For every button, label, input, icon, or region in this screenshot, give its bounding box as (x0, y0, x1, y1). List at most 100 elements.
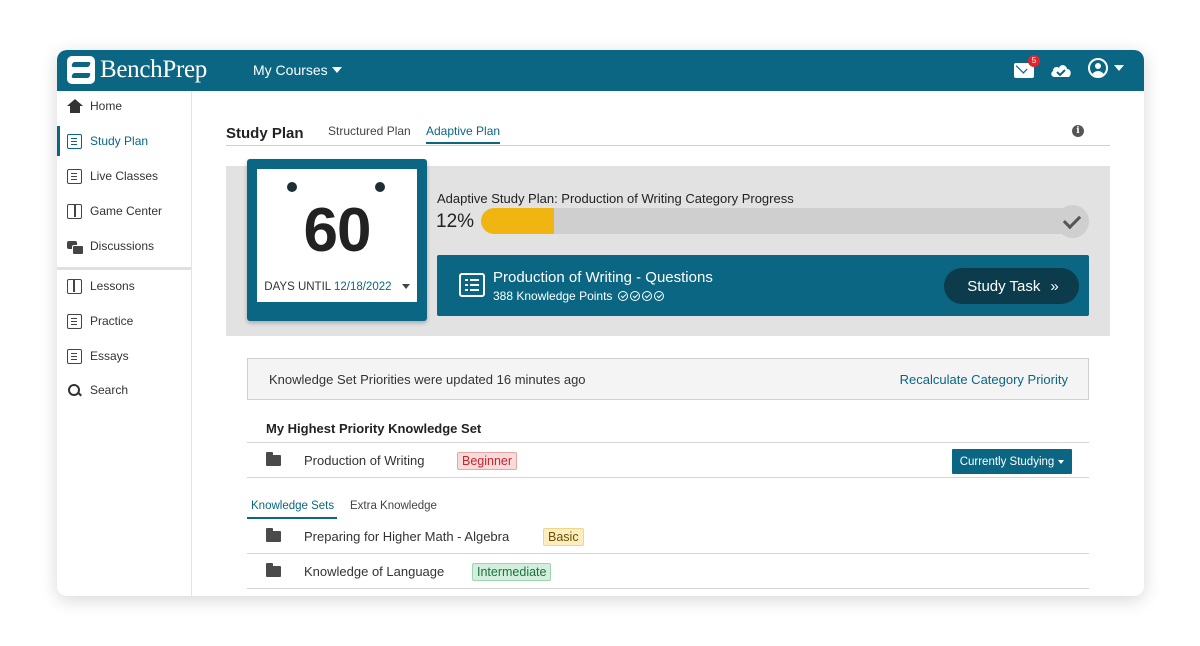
home-icon (67, 98, 83, 114)
row-divider (247, 477, 1089, 478)
table-row[interactable]: Knowledge of Language Intermediate (247, 554, 1089, 588)
priority-notice: Knowledge Set Priorities were updated 16… (247, 358, 1089, 400)
folder-icon (266, 563, 281, 577)
essays-icon (67, 348, 82, 364)
caret-down-icon (1058, 459, 1065, 464)
study-plan-icon (67, 133, 82, 149)
progress-label: Adaptive Study Plan: Production of Writi… (437, 191, 794, 206)
sidebar: Home Study Plan Live Classes Game Center… (57, 91, 192, 596)
recalculate-priority-link[interactable]: Recalculate Category Priority (900, 372, 1068, 387)
calendar-page: 60 DAYS UNTIL 12/18/2022 (257, 169, 417, 305)
calendar-ring-icon (375, 182, 385, 192)
top-nav-bar: BenchPrep My Courses 5 (57, 50, 1144, 91)
progress-percent: 12% (436, 211, 475, 232)
currently-studying-label: Currently Studying (959, 455, 1055, 468)
sidebar-item-essays[interactable]: Essays (57, 341, 192, 371)
notice-text: Knowledge Set Priorities were updated 16… (269, 372, 586, 387)
knowledge-set-name: Production of Writing (304, 453, 425, 468)
knowledge-points: 388 Knowledge Points (493, 289, 613, 303)
user-menu[interactable] (1088, 58, 1124, 78)
sidebar-item-label: Home (90, 99, 123, 113)
knowledge-set-name: Preparing for Higher Math - Algebra (304, 529, 510, 544)
currently-studying-button[interactable]: Currently Studying (952, 449, 1072, 474)
logo-text: BenchPrep (100, 56, 207, 83)
progress-panel: 60 DAYS UNTIL 12/18/2022 Adaptive Study … (226, 159, 1110, 336)
check-circle-icon (618, 291, 629, 301)
table-row[interactable]: Preparing for Higher Math - Algebra Basi… (247, 519, 1089, 553)
sidebar-item-label: Search (90, 383, 129, 397)
sidebar-item-label: Lessons (90, 279, 135, 293)
highest-priority-title: My Highest Priority Knowledge Set (266, 421, 482, 436)
mail-badge: 5 (1028, 54, 1040, 67)
task-list-icon (459, 273, 485, 297)
my-courses-dropdown[interactable]: My Courses (253, 62, 342, 78)
sidebar-item-search[interactable]: Search (57, 375, 192, 405)
cloud-check-icon[interactable] (1050, 62, 1072, 78)
knowledge-point-dots (618, 291, 665, 301)
check-circle-icon (654, 291, 665, 301)
logo-mark-icon (67, 56, 95, 84)
folder-icon (266, 452, 281, 466)
sidebar-item-label: Game Center (90, 204, 163, 218)
task-subtitle: 388 Knowledge Points (493, 289, 665, 303)
sidebar-item-practice[interactable]: Practice (57, 306, 192, 336)
tab-adaptive-plan[interactable]: Adaptive Plan (426, 124, 501, 144)
table-row[interactable]: Production of Writing Beginner Currently… (247, 443, 1089, 477)
top-icons: 5 (1014, 54, 1124, 78)
game-center-icon (67, 203, 82, 219)
user-avatar-icon (1088, 58, 1108, 78)
main-content: Study Plan Structured Plan Adaptive Plan… (226, 91, 1110, 596)
sidebar-item-study-plan[interactable]: Study Plan (57, 126, 192, 156)
calendar-ring-icon (287, 182, 297, 192)
countdown-calendar: 60 DAYS UNTIL 12/18/2022 (247, 159, 427, 321)
page-title: Study Plan (226, 125, 304, 142)
title-divider (226, 145, 1110, 146)
tab-knowledge-sets[interactable]: Knowledge Sets (251, 500, 334, 516)
sidebar-divider (57, 267, 191, 270)
row-divider (247, 588, 1089, 589)
sidebar-item-label: Live Classes (90, 169, 159, 183)
sidebar-item-game-center[interactable]: Game Center (57, 196, 192, 226)
tab-extra-knowledge[interactable]: Extra Knowledge (350, 500, 437, 512)
level-badge: Intermediate (472, 563, 552, 581)
task-title: Production of Writing - Questions (493, 269, 713, 286)
days-remaining: 60 (303, 196, 372, 265)
discussions-icon (67, 239, 84, 255)
sidebar-item-label: Discussions (90, 239, 155, 253)
sidebar-item-label: Practice (90, 314, 134, 328)
progress-bar-fill (481, 208, 554, 234)
tab-structured-plan[interactable]: Structured Plan (328, 124, 411, 138)
caret-down-icon (331, 67, 342, 73)
mail-icon[interactable]: 5 (1014, 54, 1040, 78)
lessons-icon (67, 278, 82, 294)
study-task-card: Production of Writing - Questions 388 Kn… (437, 255, 1089, 316)
exam-date-selector[interactable]: DAYS UNTIL 12/18/2022 (257, 281, 417, 293)
double-chevron-right-icon: » (1050, 277, 1059, 295)
days-until-label: DAYS UNTIL (264, 281, 331, 293)
info-icon[interactable]: i (1072, 125, 1084, 137)
study-task-button[interactable]: Study Task » (944, 268, 1079, 304)
practice-icon (67, 313, 82, 329)
my-courses-label: My Courses (253, 62, 328, 78)
check-circle-icon (642, 291, 653, 301)
live-classes-icon (67, 168, 82, 184)
check-circle-icon (630, 291, 641, 301)
sidebar-item-home[interactable]: Home (57, 91, 192, 121)
sidebar-item-discussions[interactable]: Discussions (57, 231, 192, 261)
exam-date: 12/18/2022 (333, 281, 392, 293)
level-badge: Beginner (457, 452, 518, 470)
search-icon (67, 383, 82, 398)
checkmark-icon (1056, 205, 1089, 238)
date-caret-down-icon (401, 284, 410, 290)
level-badge: Basic (543, 528, 584, 546)
sidebar-item-live-classes[interactable]: Live Classes (57, 161, 192, 191)
sidebar-item-label: Study Plan (90, 134, 149, 148)
user-caret-down-icon (1114, 65, 1124, 71)
folder-icon (266, 528, 281, 542)
app-window: BenchPrep My Courses 5 Home Study Plan L… (57, 50, 1144, 596)
sidebar-item-label: Essays (90, 349, 129, 363)
sidebar-item-lessons[interactable]: Lessons (57, 271, 192, 301)
knowledge-set-name: Knowledge of Language (304, 564, 445, 579)
study-task-label: Study Task (967, 277, 1041, 295)
benchprep-logo[interactable]: BenchPrep (67, 56, 207, 84)
